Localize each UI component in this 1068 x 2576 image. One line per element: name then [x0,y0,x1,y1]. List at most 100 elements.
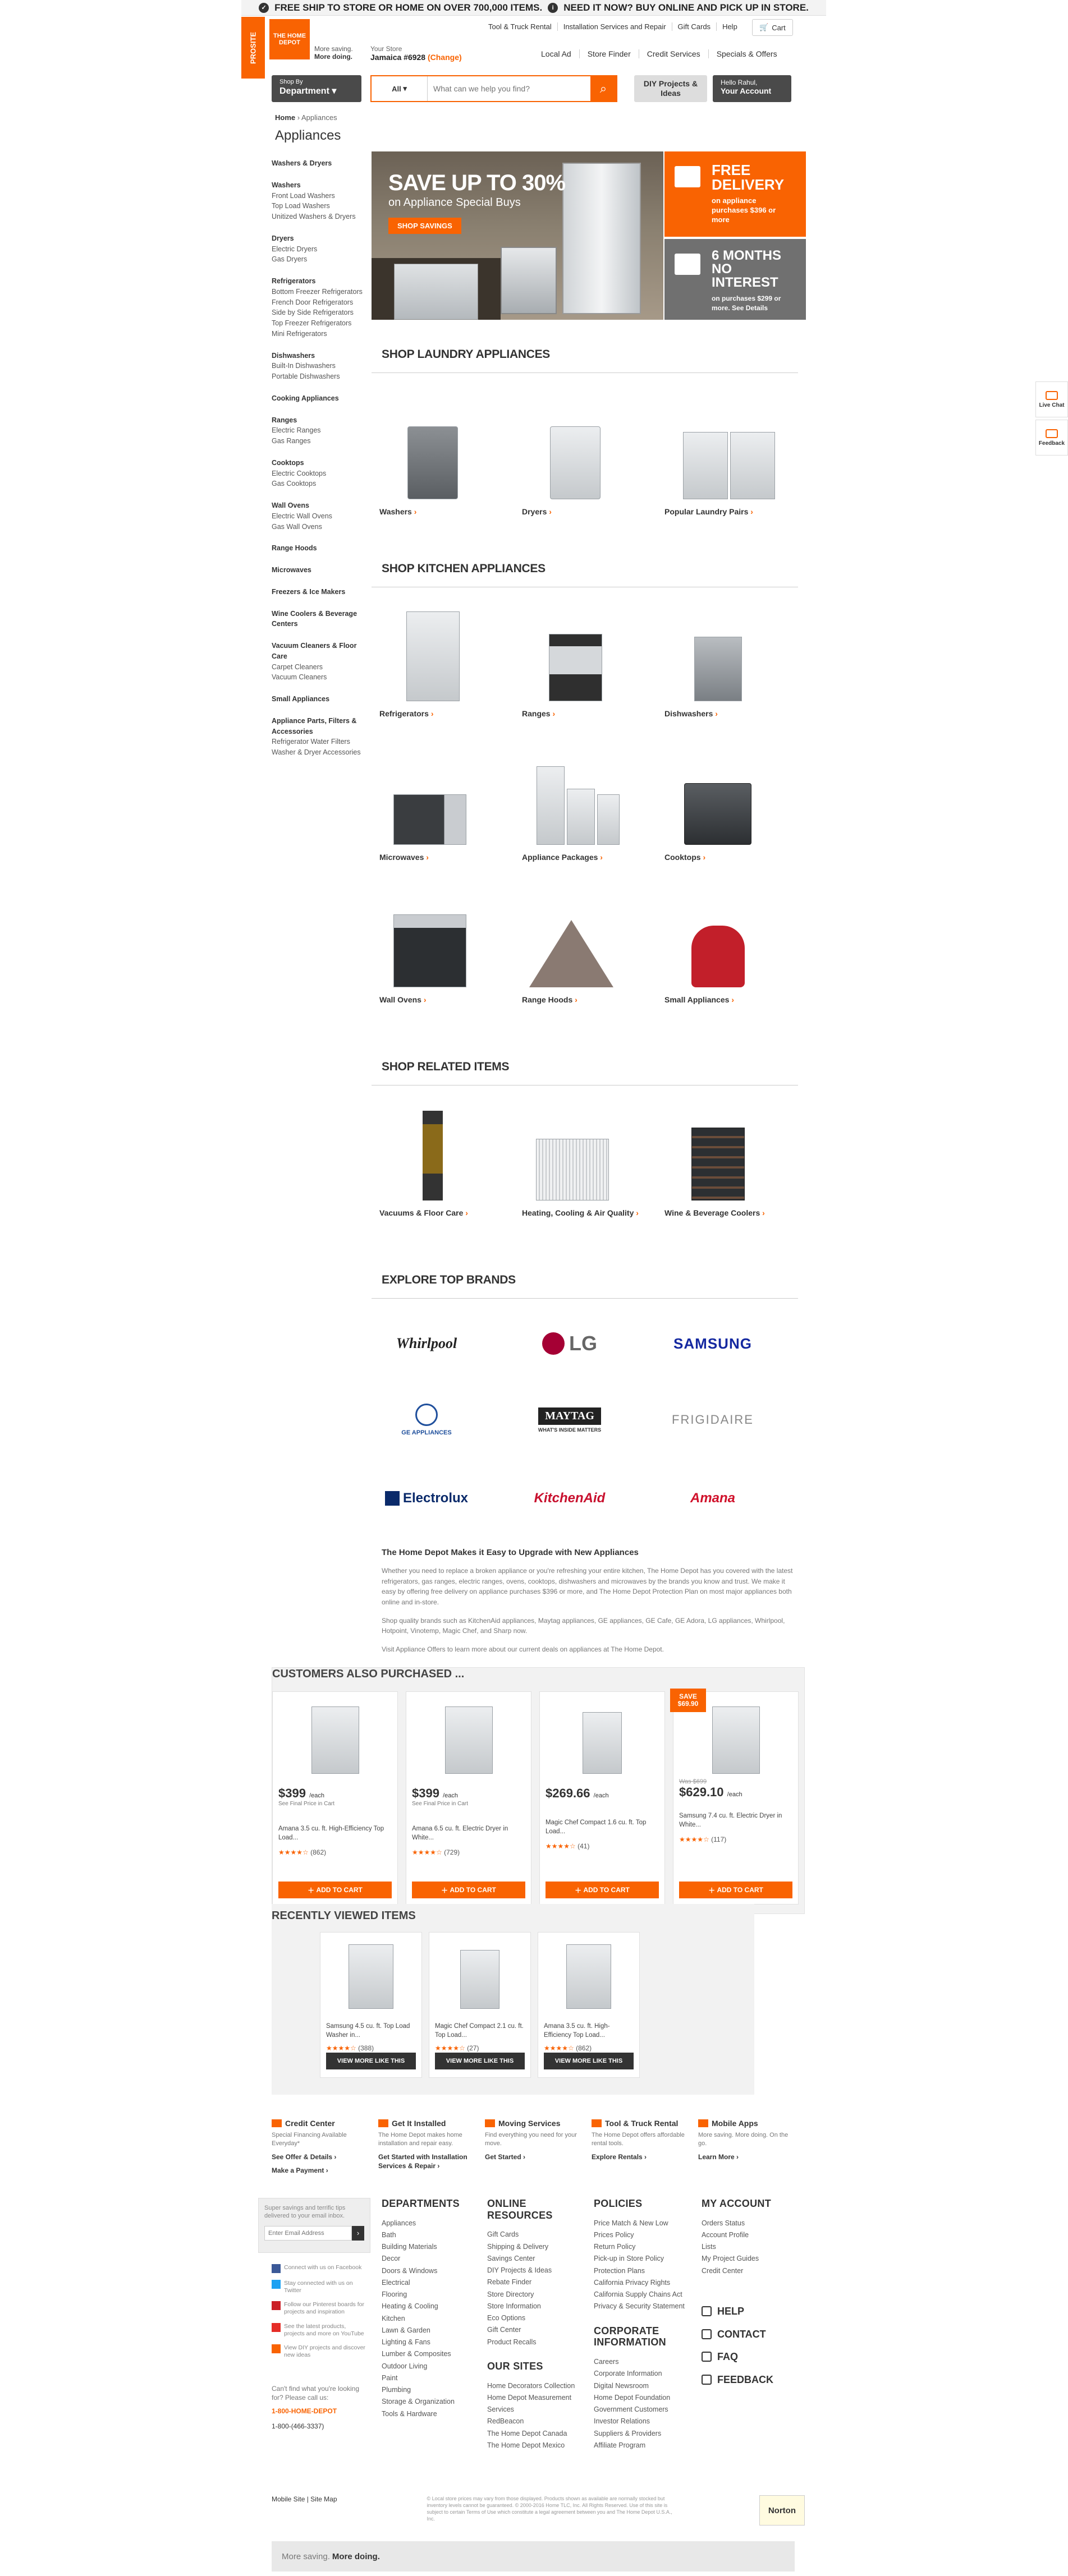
service-link[interactable]: Get Started with Installation Services &… [378,2153,467,2170]
footer-link[interactable]: Outdoor Living [382,2361,477,2372]
sidebar-item[interactable]: Bottom Freezer Refrigerators [272,287,367,297]
mobile-site-link[interactable]: Mobile Site [272,2495,305,2503]
sidebar-heading[interactable]: Microwaves [272,565,367,576]
sidebar-item[interactable]: Built-In Dishwashers [272,361,367,371]
footer-link[interactable]: Rebate Finder [487,2276,583,2288]
sidebar-item[interactable]: Mini Refrigerators [272,329,367,339]
sidebar-heading[interactable]: Appliance Parts, Filters & Accessories [272,716,367,737]
brand-electrolux[interactable]: Electrolux [359,1479,494,1518]
footer-link[interactable]: Decor [382,2253,477,2265]
recent-card[interactable]: Magic Chef Compact 2.1 cu. ft. Top Load.… [429,1932,531,2078]
sidebar-item[interactable]: Gas Ranges [272,436,367,447]
feedback-tab[interactable]: Feedback [1035,420,1068,456]
search-category-select[interactable]: All ▾ [372,76,428,101]
link-credit-services[interactable]: Credit Services [638,49,708,58]
product-name[interactable]: Samsung 4.5 cu. ft. Top Load Washer in..… [326,2022,416,2040]
product-name[interactable]: Samsung 7.4 cu. ft. Electric Dryer in Wh… [679,1812,792,1830]
footer-link[interactable]: Building Materials [382,2241,477,2253]
category-cooktops[interactable]: Cooktops › [664,761,799,862]
sidebar-item[interactable]: Electric Wall Ovens [272,511,367,522]
product-card[interactable]: $269.66 /each Magic Chef Compact 1.6 cu.… [539,1691,665,1905]
shop-savings-button[interactable]: SHOP SAVINGS [388,218,461,234]
category-appliance-packages[interactable]: Appliance Packages › [522,761,657,862]
social-twitter[interactable]: Stay connected with us on Twitter [272,2280,367,2294]
add-to-cart-button[interactable]: ＋ ADD TO CART [412,1882,525,1898]
sidebar-item[interactable]: French Door Refrigerators [272,297,367,308]
footer-link[interactable]: Paint [382,2372,477,2384]
product-card[interactable]: $399 /each See Final Price in Cart Amana… [272,1691,398,1905]
category-dryers[interactable]: Dryers › [522,415,657,516]
category-ranges[interactable]: Ranges › [522,617,657,718]
service-link[interactable]: See Offer & Details [272,2153,332,2161]
sidebar-item[interactable]: Washer & Dryer Accessories [272,747,367,758]
footer-link[interactable]: Store Information [487,2301,583,2312]
footer-link[interactable]: Appliances [382,2218,477,2229]
social-pinterest[interactable]: Follow our Pinterest boards for projects… [272,2301,367,2316]
live-chat-tab[interactable]: Live Chat [1035,381,1068,417]
breadcrumb-home[interactable]: Home [275,113,295,122]
site-map-link[interactable]: Site Map [310,2495,337,2503]
footer-link[interactable]: Careers [594,2356,689,2368]
sidebar-item[interactable]: Side by Side Refrigerators [272,307,367,318]
search-icon[interactable]: ⌕ [590,76,616,101]
brand-amana[interactable]: Amana [645,1479,780,1518]
service-link[interactable]: Get Started [485,2153,521,2161]
sidebar-heading[interactable]: Wall Ovens [272,500,367,511]
brand-samsung[interactable]: SAMSUNG [645,1324,780,1363]
footer-link[interactable]: Privacy & Security Statement [594,2301,689,2312]
footer-link[interactable]: Plumbing [382,2384,477,2396]
footer-link[interactable]: Electrical [382,2277,477,2289]
store-change-link[interactable]: (Change) [428,53,462,62]
footer-link[interactable]: Bath [382,2229,477,2241]
footer-link[interactable]: Heating & Cooling [382,2301,477,2312]
store-selector[interactable]: Your Store Jamaica #6928 (Change) [370,45,462,62]
footer-link[interactable]: Home Depot Measurement Services [487,2392,583,2416]
promo-banner[interactable]: ✓ FREE SHIP TO STORE OR HOME ON OVER 700… [241,0,826,16]
footer-link[interactable]: Doors & Windows [382,2265,477,2277]
free-delivery-promo[interactable]: FREE DELIVERY on appliance purchases $39… [664,151,806,237]
footer-link[interactable]: Lawn & Garden [382,2325,477,2336]
footer-link[interactable]: Flooring [382,2289,477,2301]
footer-link[interactable]: RedBeacon [487,2416,583,2427]
service-rental[interactable]: Tool & Truck Rental The Home Depot offer… [592,2118,698,2175]
search-input[interactable] [428,76,590,101]
add-to-cart-button[interactable]: ＋ ADD TO CART [546,1882,659,1898]
product-name[interactable]: Amana 3.5 cu. ft. High-Efficiency Top Lo… [278,1825,392,1843]
footer-link[interactable]: Price Match & New Low Prices Policy [594,2218,689,2242]
category-washers[interactable]: Washers › [379,415,514,516]
service-link[interactable]: Learn More [698,2153,735,2161]
footer-link[interactable]: Corporate Information [594,2368,689,2380]
footer-link[interactable]: Shipping & Delivery [487,2241,583,2253]
submit-arrow-icon[interactable]: › [352,2225,364,2241]
category-heating-cooling[interactable]: Heating, Cooling & Air Quality › [522,1116,657,1217]
footer-link[interactable]: Lists [702,2241,797,2253]
brand-maytag[interactable]: MAYTAG WHAT'S INSIDE MATTERS [502,1400,637,1439]
sidebar-heading[interactable]: Wine Coolers & Beverage Centers [272,609,367,630]
service-installation[interactable]: Get It Installed The Home Depot makes ho… [378,2118,485,2175]
link-store-finder[interactable]: Store Finder [579,49,639,58]
home-depot-logo[interactable]: THE HOME DEPOT [269,19,310,59]
category-dishwashers[interactable]: Dishwashers › [664,617,799,718]
hero-banner[interactable]: SAVE UP TO 30% on Appliance Special Buys… [372,151,663,320]
footer-link[interactable]: Government Customers [594,2404,689,2416]
sidebar-item[interactable]: Front Load Washers [272,191,367,201]
sidebar-item[interactable]: Gas Cooktops [272,479,367,489]
account-button[interactable]: Hello Rahul, Your Account [713,75,791,102]
brand-ge[interactable]: GE APPLIANCES [359,1400,494,1439]
footer-link[interactable]: The Home Depot Canada [487,2428,583,2440]
footer-link[interactable]: Eco Options [487,2312,583,2324]
footer-link[interactable]: My Project Guides [702,2253,797,2265]
category-small-appliances[interactable]: Small Appliances › [664,903,799,1004]
footer-link[interactable]: Store Directory [487,2289,583,2301]
footer-link[interactable]: Account Profile [702,2229,797,2241]
sidebar-item[interactable]: Electric Ranges [272,425,367,436]
link-local-ad[interactable]: Local Ad [533,49,579,58]
prosite-tab[interactable]: PROSITE [241,17,265,79]
category-microwaves[interactable]: Microwaves › [379,761,514,862]
product-name[interactable]: Magic Chef Compact 2.1 cu. ft. Top Load.… [435,2022,525,2040]
footer-link[interactable]: Home Depot Foundation [594,2392,689,2404]
footer-link[interactable]: Affiliate Program [594,2440,689,2451]
brand-lg[interactable]: LG [502,1324,637,1363]
product-name[interactable]: Amana 3.5 cu. ft. High-Efficiency Top Lo… [544,2022,634,2040]
category-range-hoods[interactable]: Range Hoods › [522,903,657,1004]
